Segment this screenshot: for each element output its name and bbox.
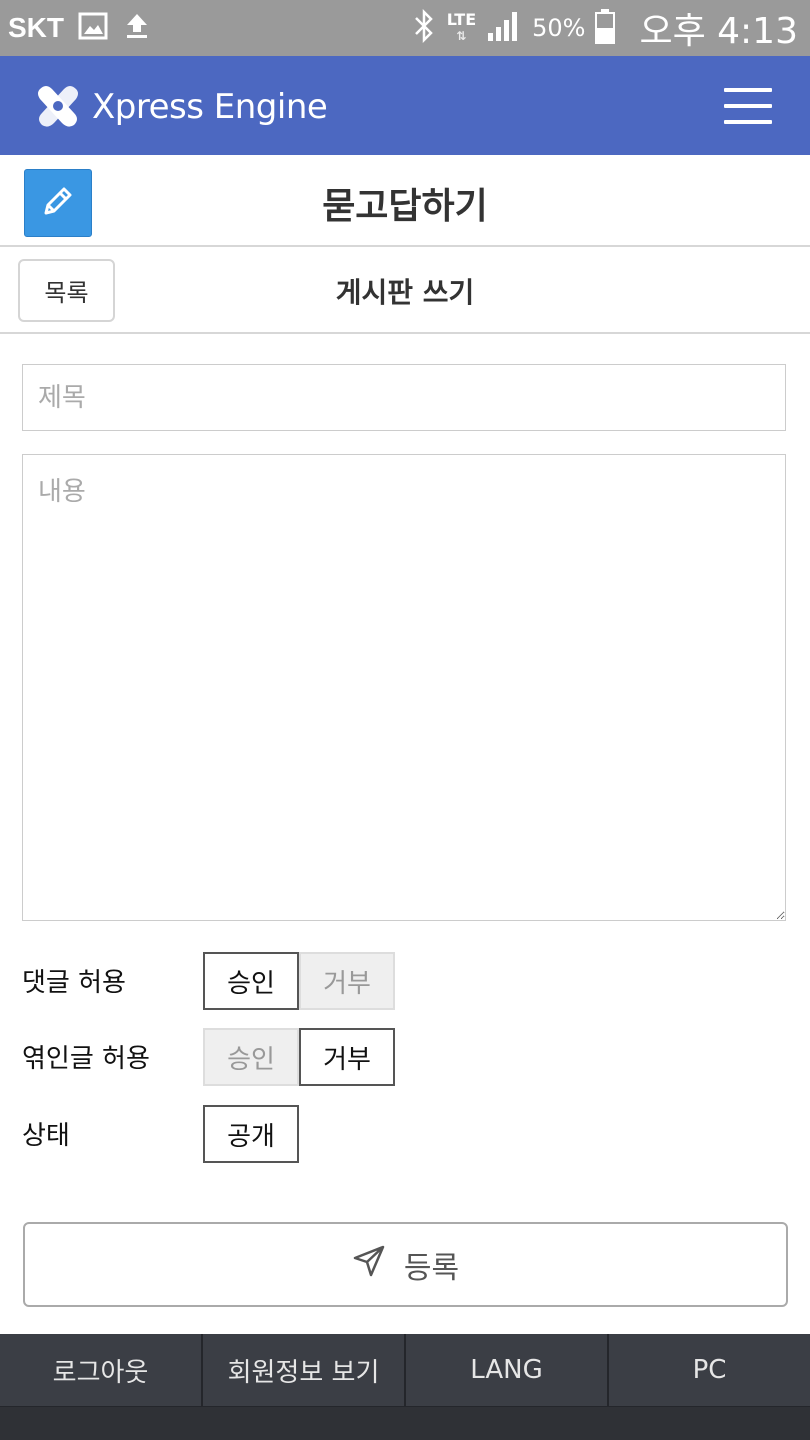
comment-allow-approve-button[interactable]: 승인 [203,952,299,1010]
pc-view-link[interactable]: PC [607,1334,810,1406]
trackback-allow-row: 엮인글 허용 승인 거부 [22,1028,782,1086]
submit-label: 등록 [403,1251,460,1285]
clock: 오후 4:13 [639,11,798,52]
page-title: 묻고답하기 [322,186,488,227]
status-label: 상태 [22,1121,70,1151]
comment-allow-row: 댓글 허용 승인 거부 [22,952,782,1010]
upload-notification-icon [122,11,152,45]
footer-bottom [0,1406,810,1440]
trackback-allow-label: 엮인글 허용 [22,1044,150,1074]
trackback-allow-approve-button[interactable]: 승인 [203,1028,299,1086]
bluetooth-icon [411,8,437,47]
post-content-textarea[interactable] [22,454,786,921]
site-logo[interactable]: Xpress Engine [34,81,328,133]
comment-allow-toggle: 승인 거부 [203,952,395,1010]
lte-indicator: LTE ⇅ [446,10,477,44]
paper-plane-icon [352,1244,386,1286]
status-toggle: 공개 [203,1105,299,1163]
gallery-notification-icon [78,11,108,45]
write-title: 게시판 쓰기 [335,276,475,309]
signal-icon [486,9,522,47]
battery-percent: 50% [532,14,586,42]
member-info-link[interactable]: 회원정보 보기 [201,1334,404,1406]
board-title-bar: 묻고답하기 [0,155,810,247]
trackback-allow-toggle: 승인 거부 [203,1028,395,1086]
logout-link[interactable]: 로그아웃 [0,1334,201,1406]
hamburger-menu-icon[interactable] [724,88,772,124]
status-bar: SKT LTE ⇅ 50% 오후 4:13 [0,0,810,56]
footer-nav: 로그아웃 회원정보 보기 LANG PC [0,1334,810,1406]
status-public-button[interactable]: 공개 [203,1105,299,1163]
logo-text: Xpress Engine [92,87,328,127]
trackback-allow-deny-button[interactable]: 거부 [299,1028,395,1086]
comment-allow-deny-button[interactable]: 거부 [299,952,395,1010]
post-title-input[interactable] [22,364,786,431]
carrier-label: SKT [8,12,64,43]
battery-icon [595,8,616,48]
lang-link[interactable]: LANG [404,1334,607,1406]
network-label: LTE [446,10,477,29]
status-row: 상태 공개 [22,1105,782,1163]
xe-logo-icon [34,81,82,133]
site-header: Xpress Engine [0,56,810,155]
write-subbar: 목록 게시판 쓰기 [0,247,810,334]
comment-allow-label: 댓글 허용 [22,968,126,998]
submit-button[interactable]: 등록 [23,1222,788,1307]
